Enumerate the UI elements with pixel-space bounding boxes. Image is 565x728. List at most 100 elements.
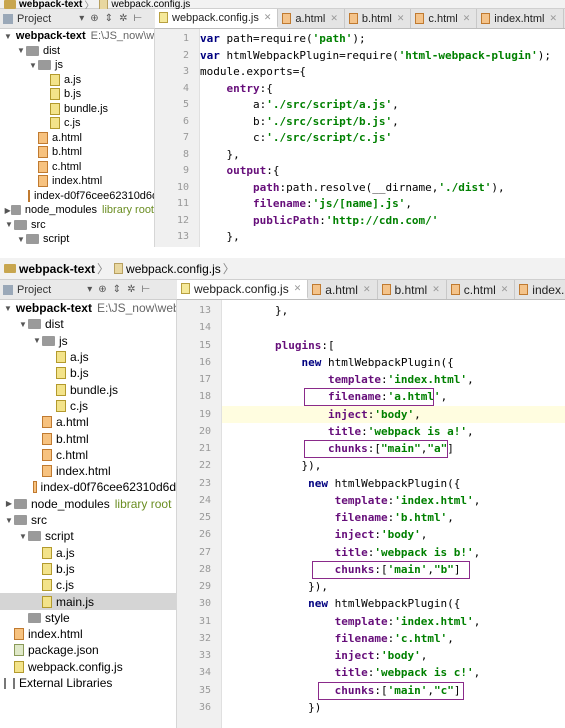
tree-item[interactable]: b.html: [0, 145, 154, 160]
tree-item[interactable]: a.js: [0, 545, 176, 561]
js-file-icon: [56, 399, 66, 412]
tree-item[interactable]: index.html: [0, 463, 176, 479]
tree-item[interactable]: ▼webpack-text E:\JS_now\webp: [0, 300, 176, 316]
tab-c-html[interactable]: c.html ✕: [411, 9, 478, 28]
close-icon[interactable]: ✕: [363, 284, 371, 295]
tree-item[interactable]: ▼ src: [0, 512, 176, 528]
code-line: filename:'js/[name].js',: [200, 196, 412, 213]
tree-item[interactable]: b.js: [0, 561, 176, 577]
collapse-arrow-icon[interactable]: ▶: [4, 499, 14, 508]
editor-tabs: webpack.config.js ✕ a.html ✕ b.html ✕ c.html ✕ i…: [177, 280, 565, 300]
close-icon[interactable]: ✕: [264, 12, 272, 23]
hide-icon[interactable]: ⊢: [141, 284, 150, 295]
tab-b-html[interactable]: b.html ✕: [345, 9, 412, 28]
tree-item[interactable]: ▼ src: [0, 218, 154, 233]
tree-item[interactable]: a.js: [0, 73, 154, 88]
tree-item[interactable]: style: [0, 610, 176, 626]
expand-arrow-icon[interactable]: ▼: [16, 46, 26, 55]
expand-arrow-icon[interactable]: ▼: [4, 304, 12, 313]
tree-item[interactable]: index-d0f76cee62310d6d: [0, 479, 176, 495]
expand-arrow-icon[interactable]: ▼: [28, 61, 38, 70]
tree-item[interactable]: main.js: [0, 593, 176, 610]
tree-item[interactable]: b.html: [0, 430, 176, 446]
project-label[interactable]: Project: [17, 284, 51, 296]
close-icon[interactable]: ✕: [330, 13, 338, 24]
code-token: :: [374, 649, 381, 662]
tab-webpack-config-js[interactable]: webpack.config.js ✕: [177, 280, 309, 299]
tree-item[interactable]: bundle.js: [0, 102, 154, 117]
sync-icon[interactable]: ⊕: [90, 13, 98, 24]
tree-item[interactable]: ▶ node_modules library root: [0, 203, 154, 218]
dropdown-icon[interactable]: ▾: [87, 284, 92, 295]
tab-b-html[interactable]: b.html ✕: [378, 280, 447, 299]
tree-item[interactable]: index.html: [0, 174, 154, 189]
close-icon[interactable]: ✕: [432, 284, 440, 295]
tab-a-html[interactable]: a.html ✕: [278, 9, 345, 28]
close-icon[interactable]: ✕: [294, 283, 302, 294]
close-icon[interactable]: ✕: [501, 284, 509, 295]
expand-arrow-icon[interactable]: ▼: [18, 532, 28, 541]
close-icon[interactable]: ✕: [549, 13, 557, 24]
tree-item[interactable]: ▼ js: [0, 333, 176, 349]
code-token: new: [222, 355, 328, 369]
expand-arrow-icon[interactable]: ▼: [4, 220, 14, 229]
expand-arrow-icon[interactable]: ▼: [4, 516, 14, 525]
tree-item[interactable]: webpack.config.js: [0, 659, 176, 675]
tab-label: c.html: [428, 12, 458, 25]
gear-icon[interactable]: ✲: [127, 284, 135, 295]
code-token: './src/script/a.js': [266, 98, 393, 111]
tree-item[interactable]: ▶ node_modules library root: [0, 496, 176, 512]
tree-item[interactable]: index-d0f76cee62310d6d: [0, 189, 154, 204]
tree-item[interactable]: package.json: [0, 642, 176, 658]
tree-item[interactable]: a.html: [0, 414, 176, 430]
tree-item[interactable]: ▼ dist: [0, 316, 176, 332]
tree-item[interactable]: ▼ js: [0, 58, 154, 73]
expand-arrow-icon[interactable]: ▼: [4, 32, 12, 41]
tree-item[interactable]: c.js: [0, 398, 176, 414]
bottom-screenshot: webpack-text 〉 webpack.config.js 〉 Proje…: [0, 258, 565, 728]
tree-item[interactable]: External Libraries: [0, 675, 176, 691]
tree-item[interactable]: c.html: [0, 447, 176, 463]
tree-item[interactable]: c.js: [0, 116, 154, 131]
expand-arrow-icon[interactable]: ▼: [32, 336, 42, 345]
project-label[interactable]: Project: [17, 13, 51, 25]
folder-icon: [4, 0, 16, 9]
tree-item[interactable]: c.js: [0, 577, 176, 593]
tree-item[interactable]: index.html: [0, 626, 176, 642]
collapse-icon[interactable]: ⇕: [105, 13, 113, 24]
expand-arrow-icon[interactable]: ▼: [18, 320, 28, 329]
tab-c-html[interactable]: c.html ✕: [447, 280, 516, 299]
tree-item-label: c.js: [70, 398, 88, 413]
sync-icon[interactable]: ⊕: [98, 284, 106, 295]
tab-index-html[interactable]: index.html✕: [477, 9, 564, 28]
collapse-icon[interactable]: ⇕: [113, 284, 121, 295]
breadcrumb-project[interactable]: webpack-text: [19, 262, 95, 276]
tree-item[interactable]: ▼ script: [0, 528, 176, 544]
gear-icon[interactable]: ✲: [119, 13, 127, 24]
chunks-highlight-box: [312, 560, 470, 579]
code-line: template:'index.html',: [222, 371, 474, 388]
dropdown-icon[interactable]: ▾: [79, 13, 84, 24]
close-icon[interactable]: ✕: [463, 13, 471, 24]
hide-icon[interactable]: ⊢: [133, 13, 142, 24]
tree-item[interactable]: ▼webpack-text E:\JS_now\webp: [0, 29, 154, 44]
tab-a-html[interactable]: a.html ✕: [308, 280, 378, 299]
tree-item[interactable]: a.js: [0, 349, 176, 365]
close-icon[interactable]: ✕: [397, 13, 405, 24]
code-editor[interactable]: }, plugins:[ new htmlWebpackPlugin({ tem…: [222, 300, 565, 728]
tree-item[interactable]: ▼ script: [0, 232, 154, 247]
code-editor[interactable]: var path=require('path'); var htmlWebpack…: [200, 29, 565, 247]
breadcrumb-file[interactable]: webpack.config.js: [126, 262, 221, 276]
tree-item[interactable]: a.html: [0, 131, 154, 146]
expand-arrow-icon[interactable]: ▼: [16, 235, 26, 244]
tree-item[interactable]: ▼ dist: [0, 44, 154, 59]
collapse-arrow-icon[interactable]: ▶: [4, 206, 11, 215]
tree-item[interactable]: b.js: [0, 365, 176, 381]
tree-item[interactable]: c.html: [0, 160, 154, 175]
tab-index-html[interactable]: index.html✕: [515, 280, 565, 299]
tree-item[interactable]: bundle.js: [0, 382, 176, 398]
tree-item[interactable]: b.js: [0, 87, 154, 102]
line-number: 26: [198, 529, 211, 541]
html-file-icon: [28, 189, 30, 202]
tab-webpack-config-js[interactable]: webpack.config.js ✕: [155, 9, 279, 28]
